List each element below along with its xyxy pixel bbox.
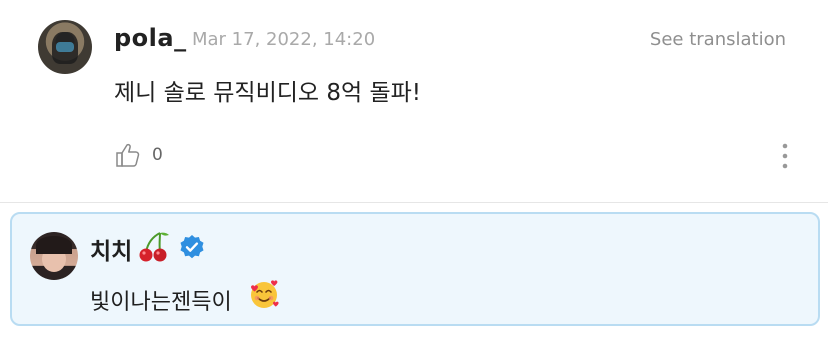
see-translation-link[interactable]: See translation <box>650 29 786 50</box>
smiling-face-with-hearts-icon <box>251 280 279 308</box>
reply-username[interactable]: 치치 <box>90 232 132 266</box>
divider <box>0 202 828 203</box>
comment-timestamp: Mar 17, 2022, 14:20 <box>192 29 376 50</box>
comment-text: 제니 솔로 뮤직비디오 8억 돌파! <box>114 80 422 106</box>
reply-text: 빛이나는젠득이 <box>90 290 232 315</box>
avatar[interactable] <box>38 20 92 74</box>
cherry-icon <box>139 232 169 262</box>
more-vertical-icon[interactable] <box>778 141 792 171</box>
thumbs-up-icon[interactable] <box>114 141 142 169</box>
reply-avatar[interactable] <box>30 232 78 280</box>
comment: pola_ Mar 17, 2022, 14:20 See translatio… <box>0 0 828 202</box>
comment-username[interactable]: pola_ <box>114 24 187 52</box>
reply: 치치 빛이나는젠득이 <box>10 212 820 326</box>
like-count: 0 <box>152 145 163 165</box>
verified-icon <box>180 235 204 259</box>
